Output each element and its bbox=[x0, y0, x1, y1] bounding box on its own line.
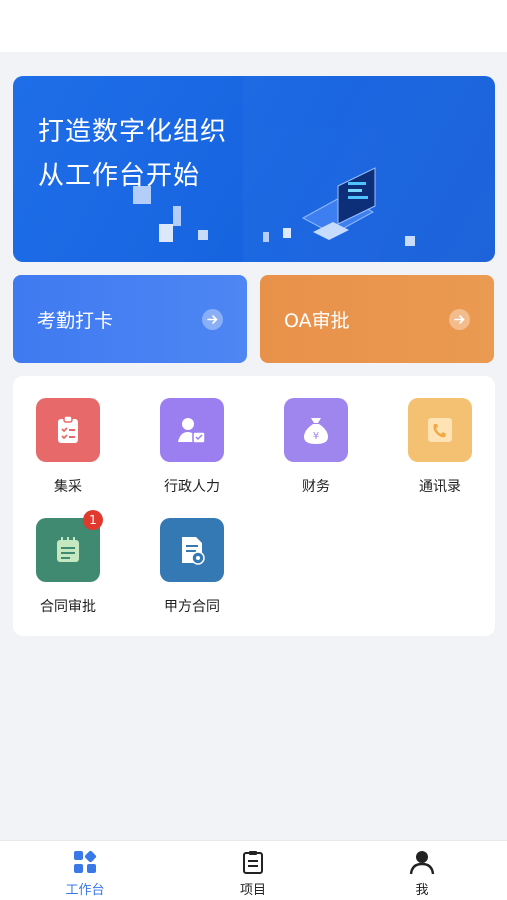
clipboard-icon bbox=[243, 851, 263, 874]
app-grid: 集采 行政人力 ¥ 财务 通讯录 1 合同审批 甲方合同 bbox=[13, 376, 495, 636]
app-finance[interactable]: ¥ 财务 bbox=[261, 398, 371, 496]
attendance-label: 考勤打卡 bbox=[37, 310, 114, 332]
person-card-icon bbox=[160, 398, 224, 462]
notepad-icon: 1 bbox=[36, 510, 103, 582]
app-label: 通讯录 bbox=[419, 479, 461, 495]
money-bag-icon: ¥ bbox=[284, 398, 348, 462]
attendance-card[interactable]: 考勤打卡 bbox=[13, 275, 247, 363]
tab-me[interactable]: 我 bbox=[362, 849, 482, 898]
tab-label: 我 bbox=[415, 883, 429, 898]
hero-banner[interactable]: 打造数字化组织 从工作台开始 bbox=[13, 76, 495, 262]
status-bar bbox=[0, 0, 507, 52]
oa-approval-card[interactable]: OA审批 bbox=[260, 275, 494, 363]
banner-title-line2: 从工作台开始 bbox=[38, 161, 201, 191]
app-label: 合同审批 bbox=[40, 599, 96, 615]
tab-label: 工作台 bbox=[65, 883, 105, 898]
document-gear-icon bbox=[160, 518, 224, 582]
app-label: 财务 bbox=[302, 479, 330, 495]
app-contract-approval[interactable]: 1 合同审批 bbox=[13, 510, 123, 616]
arrow-right-icon bbox=[449, 309, 470, 330]
arrow-right-icon bbox=[202, 309, 223, 330]
app-label: 集采 bbox=[54, 479, 82, 495]
app-label: 甲方合同 bbox=[164, 599, 220, 615]
app-procurement[interactable]: 集采 bbox=[13, 398, 123, 496]
user-icon bbox=[409, 851, 435, 875]
app-hr-admin[interactable]: 行政人力 bbox=[137, 398, 247, 496]
app-contacts[interactable]: 通讯录 bbox=[385, 398, 495, 496]
notification-badge: 1 bbox=[83, 510, 103, 530]
tab-projects[interactable]: 项目 bbox=[193, 849, 313, 898]
banner-title-line1: 打造数字化组织 bbox=[38, 117, 228, 147]
app-label: 行政人力 bbox=[164, 479, 220, 495]
svg-text:¥: ¥ bbox=[313, 431, 319, 442]
app-client-contract[interactable]: 甲方合同 bbox=[137, 518, 247, 616]
tab-label: 项目 bbox=[239, 883, 266, 898]
oa-approval-label: OA审批 bbox=[284, 310, 350, 332]
phone-book-icon bbox=[408, 398, 472, 462]
clipboard-check-icon bbox=[36, 398, 100, 462]
grid-icon bbox=[74, 850, 97, 873]
bottom-tab-bar: 工作台 项目 我 bbox=[0, 840, 507, 900]
tab-workbench[interactable]: 工作台 bbox=[25, 849, 145, 898]
